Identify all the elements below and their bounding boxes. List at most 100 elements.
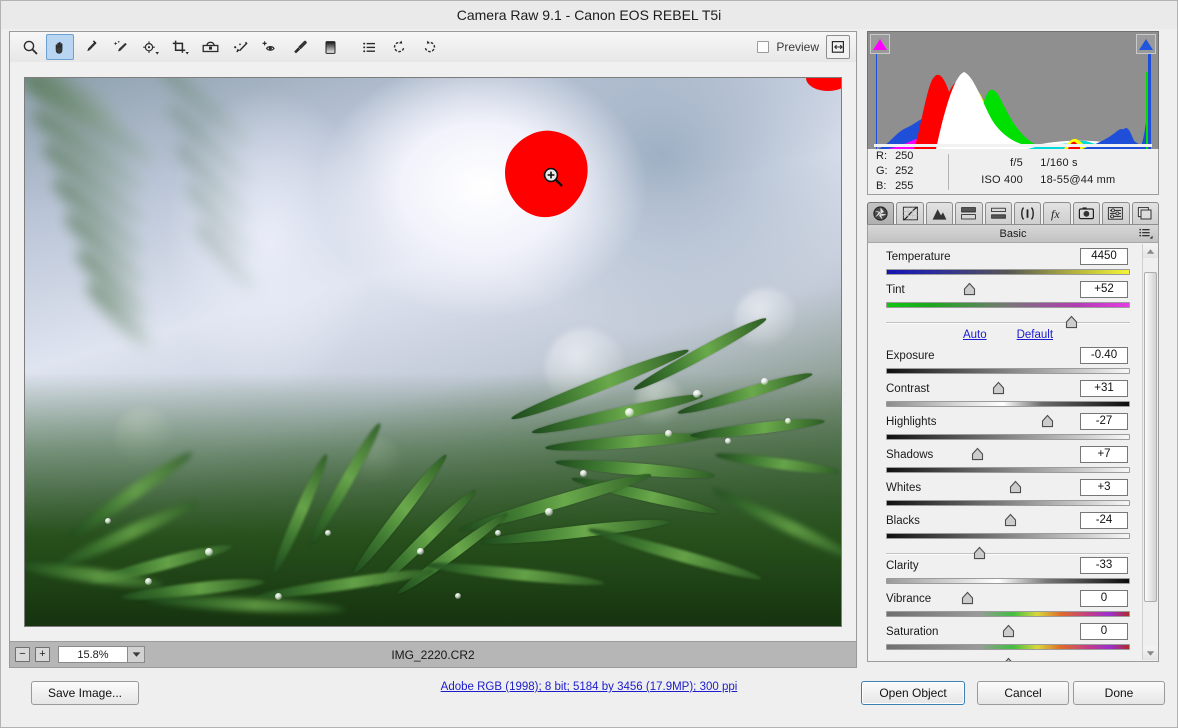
crop-tool-icon[interactable]	[166, 34, 194, 60]
auto-link[interactable]: Auto	[963, 329, 987, 347]
preview-checkbox[interactable]	[757, 41, 770, 53]
panel-divider-2	[886, 553, 1130, 555]
shadows-track[interactable]	[886, 467, 1130, 494]
tab-effects[interactable]: fx	[1043, 202, 1071, 224]
rgb-row-r: R: 250	[876, 149, 948, 164]
foreground-foliage	[25, 373, 841, 626]
b-value: 255	[895, 180, 914, 192]
scrollbar-thumb[interactable]	[1144, 272, 1157, 602]
rotate-counterclockwise-icon[interactable]	[385, 34, 413, 60]
vibrance-label: Vibrance	[886, 593, 932, 605]
tab-hsl-grayscale[interactable]	[955, 202, 983, 224]
zoom-tool-icon[interactable]	[16, 34, 44, 60]
tab-basic[interactable]	[867, 202, 895, 224]
vibrance-value[interactable]: 0	[1080, 590, 1128, 607]
aperture-value: f/5	[1010, 156, 1023, 169]
blacks-label: Blacks	[886, 515, 920, 527]
tint-track[interactable]	[886, 302, 1130, 329]
slider-saturation[interactable]: Saturation 0	[886, 623, 1140, 661]
saturation-thumb[interactable]	[1000, 657, 1017, 661]
clarity-track[interactable]	[886, 578, 1130, 605]
panel-divider-1	[886, 322, 1130, 324]
vibrance-track[interactable]	[886, 611, 1130, 638]
highlight-clipping-overlay	[505, 130, 588, 217]
highlight-clipping-overlay-top	[806, 77, 841, 91]
toggle-fullscreen-button[interactable]	[826, 35, 850, 59]
tab-detail[interactable]	[925, 202, 954, 224]
open-object-button[interactable]: Open Object	[861, 681, 965, 705]
highlight-clipping-triangle-icon	[1139, 38, 1153, 50]
highlights-label: Highlights	[886, 416, 937, 428]
auto-default-row: Auto Default	[886, 329, 1130, 347]
clarity-value[interactable]: -33	[1080, 557, 1128, 574]
exposure-track[interactable]	[886, 368, 1130, 395]
slider-shadows[interactable]: Shadows +7	[886, 446, 1140, 494]
panel-title: Basic	[999, 227, 1027, 240]
slider-highlights[interactable]: Highlights -27	[886, 413, 1140, 461]
tint-value[interactable]: +52	[1080, 281, 1128, 298]
presets-list-icon[interactable]	[355, 34, 383, 60]
image-info-readout: R: 250 G: 252 B: 255 f/5 1/160 s ISO 400…	[867, 149, 1159, 195]
slider-tint[interactable]: Tint +52	[886, 281, 1140, 329]
tab-split-toning[interactable]	[984, 202, 1013, 224]
temperature-label: Temperature	[886, 251, 951, 263]
saturation-value[interactable]: 0	[1080, 623, 1128, 640]
contrast-value[interactable]: +31	[1080, 380, 1128, 397]
image-canvas[interactable]	[10, 62, 856, 641]
done-button[interactable]: Done	[1073, 681, 1165, 705]
white-balance-tool-icon[interactable]	[76, 34, 104, 60]
exposure-row-2: ISO 400 18-55@44 mm	[967, 172, 1158, 189]
temperature-value[interactable]: 4450	[1080, 248, 1128, 265]
slider-whites[interactable]: Whites +3	[886, 479, 1140, 527]
straighten-tool-icon[interactable]	[196, 34, 224, 60]
slider-contrast[interactable]: Contrast +31	[886, 380, 1140, 428]
slider-blacks[interactable]: Blacks -24	[886, 512, 1140, 560]
scroll-up-arrow-icon[interactable]	[1143, 244, 1158, 258]
histogram[interactable]	[867, 31, 1159, 150]
highlights-value[interactable]: -27	[1080, 413, 1128, 430]
color-sampler-tool-icon[interactable]	[106, 34, 134, 60]
main-content: Preview − + 15.8% IMG_2220.CR2 R: 250 G:…	[9, 31, 1169, 673]
raw-preview-image[interactable]	[24, 76, 842, 627]
slider-vibrance[interactable]: Vibrance 0	[886, 590, 1140, 638]
highlight-clipping-warning-button[interactable]	[1136, 34, 1156, 54]
tab-tone-curve[interactable]	[896, 202, 924, 224]
tab-camera-calibration[interactable]	[1072, 202, 1101, 224]
default-link[interactable]: Default	[1017, 329, 1053, 347]
blacks-track[interactable]	[886, 533, 1130, 560]
slider-clarity[interactable]: Clarity -33	[886, 557, 1140, 605]
exposure-readout: f/5 1/160 s ISO 400 18-55@44 mm	[949, 155, 1158, 189]
targeted-adjustment-tool-icon[interactable]	[136, 34, 164, 60]
rgb-readout: R: 250 G: 252 B: 255	[868, 149, 948, 194]
right-panel: R: 250 G: 252 B: 255 f/5 1/160 s ISO 400…	[865, 31, 1169, 668]
contrast-track[interactable]	[886, 401, 1130, 428]
tab-snapshots[interactable]	[1131, 202, 1160, 224]
temperature-track[interactable]	[886, 269, 1130, 296]
exposure-value[interactable]: -0.40	[1080, 347, 1128, 364]
rotate-clockwise-icon[interactable]	[415, 34, 443, 60]
whites-track[interactable]	[886, 500, 1130, 527]
slider-exposure[interactable]: Exposure -0.40	[886, 347, 1140, 395]
clarity-label: Clarity	[886, 560, 919, 572]
shadows-value[interactable]: +7	[1080, 446, 1128, 463]
cancel-button[interactable]: Cancel	[977, 681, 1069, 705]
panel-tab-strip: fx	[867, 199, 1160, 225]
tab-presets[interactable]	[1102, 202, 1130, 224]
lens-value: 18-55@44 mm	[1040, 173, 1116, 186]
blacks-value[interactable]: -24	[1080, 512, 1128, 529]
red-eye-removal-tool-icon[interactable]	[256, 34, 284, 60]
tab-lens-corrections[interactable]	[1014, 202, 1042, 224]
spot-removal-tool-icon[interactable]	[226, 34, 254, 60]
g-label: G:	[876, 165, 888, 177]
adjustment-brush-tool-icon[interactable]	[286, 34, 314, 60]
scroll-down-arrow-icon[interactable]	[1143, 646, 1158, 660]
shadow-clipping-warning-button[interactable]	[870, 34, 890, 54]
highlights-track[interactable]	[886, 434, 1130, 461]
slider-temperature[interactable]: Temperature 4450	[886, 248, 1140, 296]
hand-tool-icon[interactable]	[46, 34, 74, 60]
whites-value[interactable]: +3	[1080, 479, 1128, 496]
panel-menu-icon[interactable]	[1139, 228, 1153, 242]
graduated-filter-tool-icon[interactable]	[316, 34, 344, 60]
panel-scrollbar[interactable]	[1142, 244, 1158, 660]
saturation-track[interactable]	[886, 644, 1130, 661]
